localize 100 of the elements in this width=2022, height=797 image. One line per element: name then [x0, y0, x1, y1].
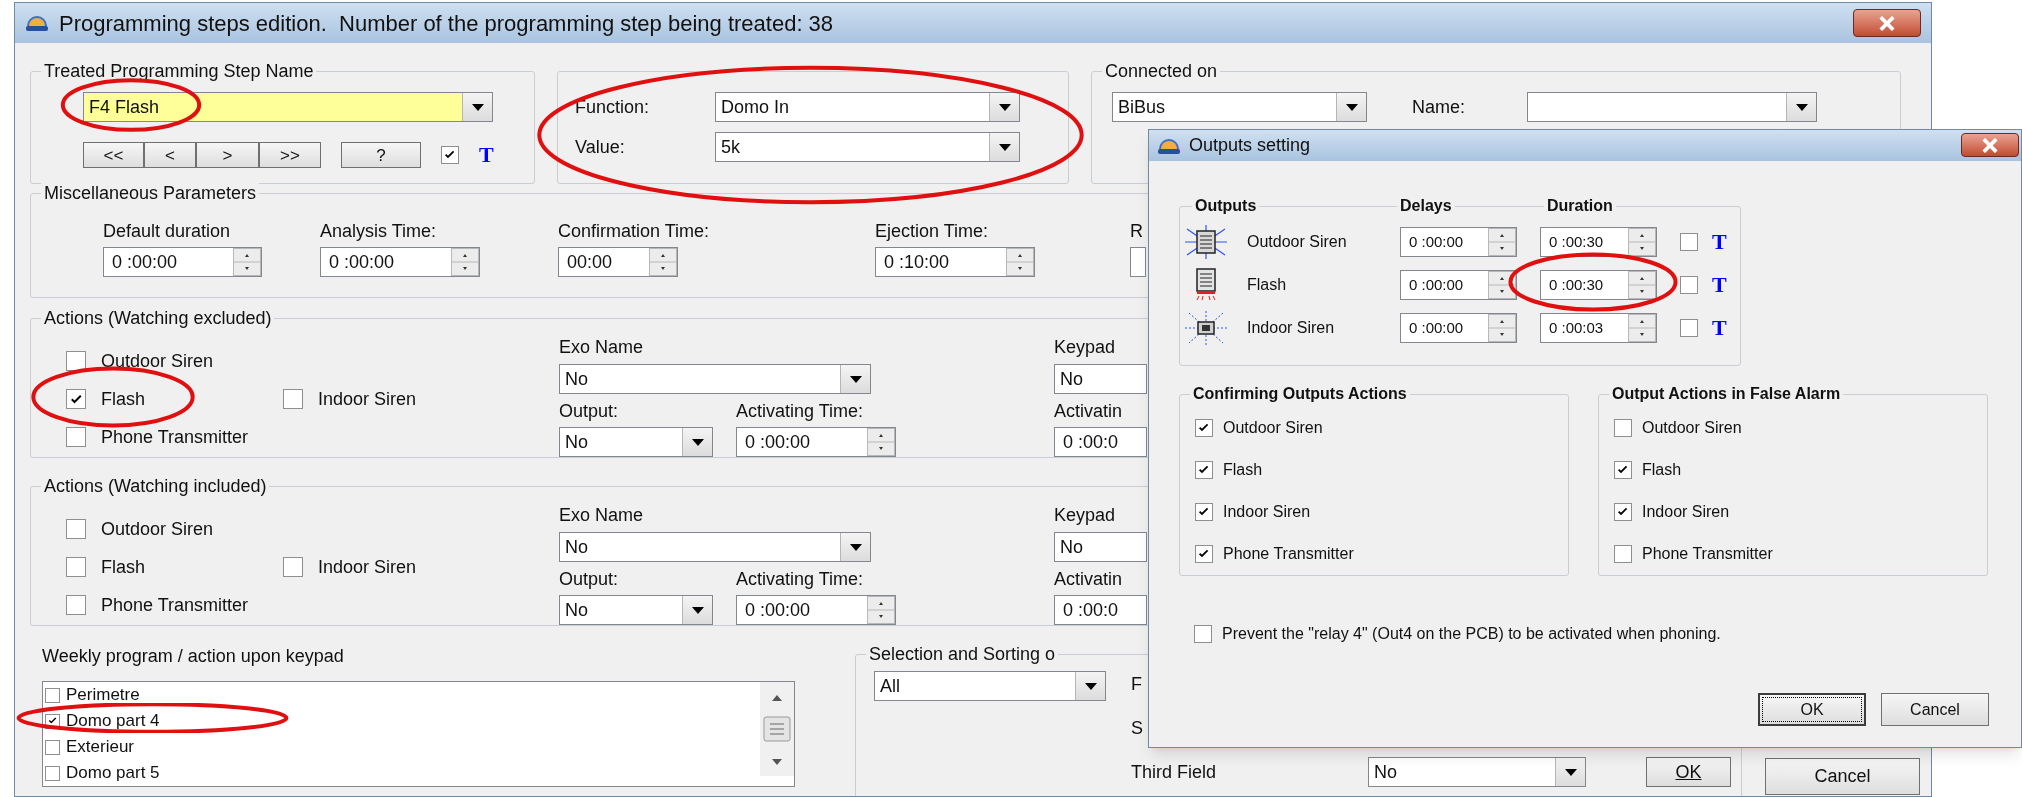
caret-icon [691, 606, 704, 614]
time-field[interactable]: 00:00 [558, 247, 678, 277]
checkbox[interactable] [1195, 461, 1213, 479]
time-field[interactable] [1130, 247, 1146, 277]
checkbox[interactable] [1614, 461, 1632, 479]
list-item[interactable]: Domo part 5 [66, 760, 160, 786]
time-field[interactable]: 0 :00:0 [1054, 427, 1147, 457]
checkbox[interactable] [45, 765, 60, 781]
window-title: Outputs setting [1189, 134, 1311, 157]
cancel-button[interactable]: Cancel [1765, 758, 1920, 795]
dropdown[interactable]: No [1368, 757, 1586, 787]
checkbox-label: Flash [101, 555, 145, 579]
checkbox[interactable] [1680, 233, 1698, 251]
close-button[interactable] [1853, 9, 1921, 37]
field-label: Value: [575, 135, 626, 159]
field-label: Activatin [1054, 568, 1124, 591]
nav-button[interactable]: < [144, 142, 196, 168]
dropdown[interactable]: 5k [715, 132, 1020, 162]
checkbox[interactable] [1194, 625, 1212, 643]
up-down-spinner [233, 248, 261, 276]
caret-icon [849, 543, 862, 551]
close-button[interactable] [1961, 133, 2019, 157]
ok-button[interactable]: OK [1646, 757, 1731, 787]
checkbox-label: Phone Transmitter [101, 425, 249, 449]
checkbox[interactable] [1195, 503, 1213, 521]
checkbox[interactable] [283, 389, 303, 409]
checkbox[interactable] [66, 595, 86, 615]
caret-icon [849, 375, 862, 383]
time-field[interactable]: 0 :00:00 [1400, 270, 1517, 300]
dropdown[interactable] [1527, 92, 1817, 122]
checkbox[interactable] [66, 389, 86, 409]
checkbox[interactable] [1614, 545, 1632, 563]
checkbox[interactable] [1680, 276, 1698, 294]
field-label: Activating Time: [736, 568, 864, 591]
checkbox[interactable] [1614, 503, 1632, 521]
checkbox-label: Flash [101, 387, 145, 411]
list-item[interactable]: Exterieur [66, 734, 135, 760]
dropdown[interactable]: All [874, 671, 1106, 701]
up-down-spinner [1628, 228, 1656, 256]
dropdown[interactable]: Domo In [715, 92, 1020, 122]
list-item[interactable]: Perimetre [66, 682, 140, 708]
time-field[interactable]: 0 :00:03 [1540, 313, 1657, 343]
nav-button[interactable]: > [196, 142, 259, 168]
checkbox[interactable] [1680, 319, 1698, 337]
field-label: Keypad [1054, 504, 1117, 527]
checkbox[interactable] [1195, 545, 1213, 563]
checkbox[interactable] [66, 427, 86, 447]
dialog-button[interactable]: Cancel [1881, 693, 1989, 726]
checkbox-label: Phone Transmitter [1642, 544, 1773, 564]
checkbox[interactable] [66, 557, 86, 577]
time-field[interactable]: 0 :00:30 [1540, 227, 1657, 257]
section-label: Weekly program / action upon keypad [42, 645, 345, 668]
checkbox[interactable] [441, 146, 459, 164]
checkbox-label: Outdoor Siren [101, 517, 214, 541]
dropdown[interactable]: No [559, 532, 871, 562]
field-label: Keypad [1054, 336, 1117, 359]
dropdown[interactable]: No [1054, 532, 1147, 562]
dialog-button[interactable]: OK [1758, 693, 1866, 726]
field-label: Third Field [1131, 760, 1218, 784]
siren-icon [1185, 311, 1227, 345]
close-icon [1878, 15, 1896, 31]
time-field[interactable]: 0 :00:30 [1540, 270, 1657, 300]
field-label: Exo Name [559, 504, 645, 527]
time-field[interactable]: 0 :00:00 [320, 247, 480, 277]
caret-icon [998, 143, 1011, 151]
dropdown[interactable]: No [559, 427, 713, 457]
dropdown[interactable]: No [1054, 364, 1147, 394]
siren-icon [1185, 225, 1227, 259]
checkbox[interactable] [66, 351, 86, 371]
time-field[interactable]: 0 :00:00 [736, 427, 896, 457]
dropdown[interactable]: No [559, 364, 871, 394]
up-down-spinner [867, 428, 895, 456]
checkbox-label: Phone Transmitter [1223, 544, 1354, 564]
time-field[interactable]: 0 :10:00 [875, 247, 1035, 277]
checkbox[interactable] [283, 557, 303, 577]
checkmark-icon [1198, 422, 1210, 434]
caret-icon [1564, 768, 1577, 776]
checkbox[interactable] [1614, 419, 1632, 437]
dropdown[interactable]: BiBus [1112, 92, 1367, 122]
field-label: Output: [559, 568, 620, 591]
field-label: F [1131, 673, 1143, 696]
t-label: T [1712, 274, 1727, 296]
help-button[interactable]: ? [341, 142, 421, 168]
nav-button[interactable]: >> [259, 142, 321, 168]
checkbox[interactable] [66, 519, 86, 539]
checkbox[interactable] [45, 687, 60, 703]
time-field[interactable]: 0 :00:00 [103, 247, 262, 277]
dropdown[interactable]: No [559, 595, 713, 625]
field-label: S [1131, 717, 1144, 740]
dropdown[interactable]: F4 Flash [83, 92, 493, 122]
nav-button[interactable]: << [83, 142, 144, 168]
time-field[interactable]: 0 :00:00 [1400, 313, 1517, 343]
field-label: Confirmation Time: [558, 220, 711, 243]
checkbox[interactable] [1195, 419, 1213, 437]
time-field[interactable]: 0 :00:00 [736, 595, 896, 625]
time-field[interactable]: 0 :00:0 [1054, 595, 1147, 625]
checkbox[interactable] [45, 739, 60, 755]
time-field[interactable]: 0 :00:00 [1400, 227, 1517, 257]
checkbox-label: Flash [1223, 460, 1263, 480]
t-label: T [479, 144, 494, 166]
